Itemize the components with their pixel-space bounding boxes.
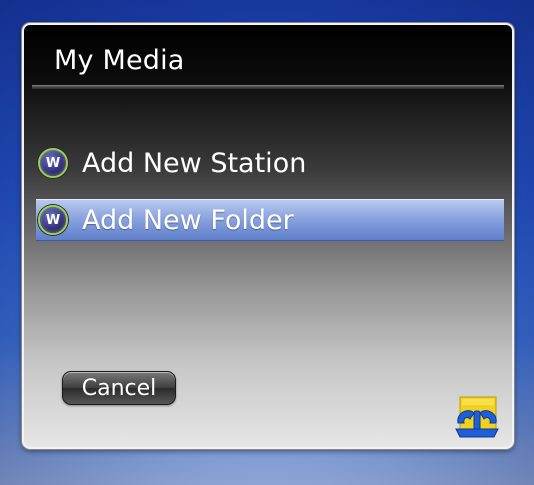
menu-item-add-new-folder[interactable]: W Add New Folder <box>36 199 504 241</box>
tools-wrench-icon[interactable] <box>452 393 502 439</box>
cancel-button[interactable]: Cancel <box>62 371 176 405</box>
station-globe-icon: W <box>38 148 68 178</box>
station-globe-icon: W <box>38 205 68 235</box>
dialog-title: My Media <box>54 45 185 76</box>
title-divider <box>32 85 504 89</box>
menu-item-add-new-station[interactable]: W Add New Station <box>36 143 504 183</box>
my-media-dialog: My Media W Add New Station W Add New Fol… <box>22 23 514 449</box>
menu-item-label: Add New Station <box>82 147 307 179</box>
menu-item-label: Add New Folder <box>82 204 294 236</box>
